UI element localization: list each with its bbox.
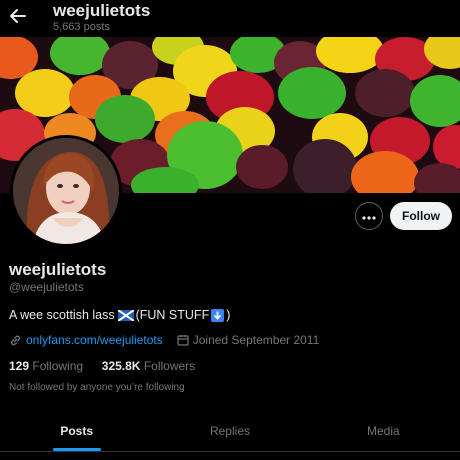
tab-posts[interactable]: Posts <box>0 413 153 451</box>
calendar-icon <box>177 334 189 346</box>
page-title: weejulietots <box>53 1 151 20</box>
followers-label: Followers <box>143 359 196 373</box>
down-arrow-icon <box>211 308 225 322</box>
top-bar: weejulietots 5,663 posts <box>0 0 460 36</box>
bio-suffix: (FUN STUFF <box>135 308 210 322</box>
following-link[interactable]: 129 Following <box>9 359 83 373</box>
followers-you-know-note: Not followed by anyone you’re following <box>9 382 185 393</box>
tab-replies[interactable]: Replies <box>153 413 306 451</box>
following-label: Following <box>32 359 84 373</box>
link-icon <box>9 334 22 347</box>
followers-link[interactable]: 325.8K Followers <box>102 359 195 373</box>
avatar[interactable] <box>10 135 122 247</box>
followers-count: 325.8K <box>101 359 141 373</box>
profile-meta: onlyfans.com/weejulietots Joined Septemb… <box>9 333 319 347</box>
more-options-button[interactable] <box>355 202 383 230</box>
joined-date: Joined September 2011 <box>192 333 320 347</box>
more-options-icon <box>362 207 376 225</box>
handle: @weejulietots <box>9 280 84 294</box>
follow-button[interactable]: Follow <box>390 202 452 230</box>
posts-count: 5,663 posts <box>53 21 110 33</box>
bio-text: A wee scottish lass <box>9 308 115 322</box>
tab-media[interactable]: Media <box>307 413 460 451</box>
scotland-flag-icon <box>117 308 135 322</box>
arrow-left-icon[interactable] <box>8 6 28 26</box>
bio-close: ) <box>226 308 231 322</box>
display-name: weejulietots <box>9 260 107 279</box>
bio: A wee scottish lass (FUN STUFF ) <box>9 308 230 322</box>
profile-tabs: Posts Replies Media <box>0 413 460 451</box>
profile-link[interactable]: onlyfans.com/weejulietots <box>26 333 163 347</box>
following-count: 129 <box>9 359 30 373</box>
follow-stats: 129 Following 325.8K Followers <box>9 359 195 373</box>
tabs-divider <box>0 451 460 452</box>
